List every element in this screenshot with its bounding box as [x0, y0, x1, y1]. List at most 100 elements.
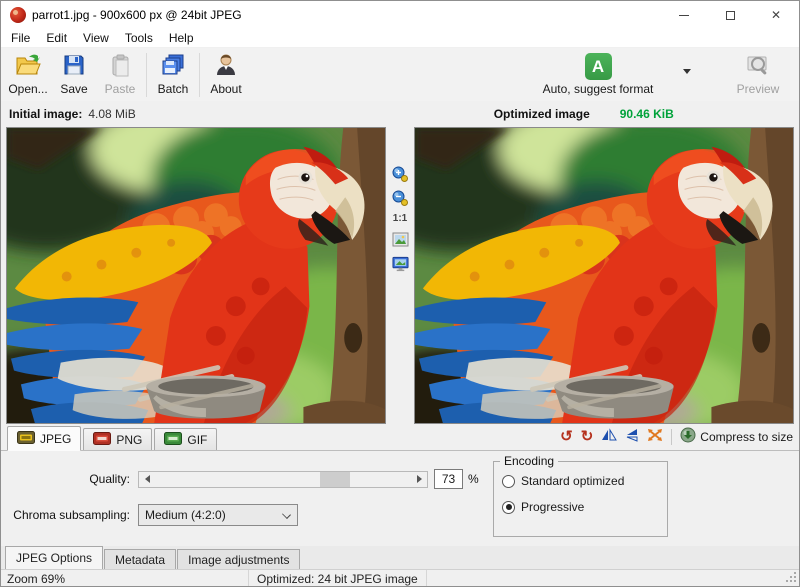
toolbar-right-group: A Auto, suggest format Preview: [533, 51, 793, 99]
open-label: Open...: [8, 82, 47, 96]
zoom-one-to-one-button[interactable]: 1:1: [393, 213, 407, 224]
flip-vertical-icon[interactable]: [625, 428, 639, 445]
title-bar: parrot1.jpg - 900x600 px @ 24bit JPEG ✕: [1, 1, 799, 29]
auto-format-letter: A: [592, 57, 604, 77]
image-size-labels: Initial image: 4.08 MiB Optimized image …: [1, 101, 799, 127]
save-button[interactable]: Save: [51, 51, 97, 99]
tab-png[interactable]: PNG: [83, 428, 152, 450]
toolbar: Open... Save Paste: [1, 48, 799, 101]
menu-file[interactable]: File: [3, 29, 38, 47]
radio-progressive[interactable]: [502, 501, 515, 514]
close-icon: ✕: [771, 9, 781, 21]
menu-bar: File Edit View Tools Help: [1, 29, 799, 48]
toolbar-separator: [146, 53, 147, 97]
paste-label: Paste: [105, 82, 136, 96]
chroma-selected-value: Medium (4:2:0): [145, 508, 226, 522]
transform-separator: [671, 429, 672, 445]
quality-value-input[interactable]: 73: [434, 469, 463, 489]
app-logo-icon: [10, 7, 26, 23]
batch-label: Batch: [158, 82, 189, 96]
resize-grip[interactable]: [785, 571, 798, 587]
compress-icon: [680, 427, 696, 446]
compress-to-size-button[interactable]: Compress to size: [680, 427, 793, 446]
chroma-row: Chroma subsampling: Medium (4:2:0): [1, 504, 799, 526]
encoding-legend: Encoding: [500, 454, 558, 468]
quality-slider-track[interactable]: [155, 472, 411, 487]
about-label: About: [210, 82, 241, 96]
maximize-button[interactable]: [707, 1, 753, 29]
zoom-tools-column: 1:1: [386, 127, 414, 425]
tab-image-adjustments[interactable]: Image adjustments: [177, 549, 300, 569]
zoom-out-icon[interactable]: [392, 189, 409, 206]
auto-suggest-format-button[interactable]: A Auto, suggest format: [533, 51, 663, 99]
rotate-left-icon[interactable]: ↺: [560, 429, 573, 444]
window-controls: ✕: [661, 1, 799, 29]
auto-format-icon: A: [585, 53, 612, 80]
compress-to-size-label: Compress to size: [700, 430, 793, 444]
about-button[interactable]: About: [203, 51, 249, 99]
zoom-level-text: Zoom 69%: [7, 572, 65, 586]
quality-slider-thumb[interactable]: [320, 472, 350, 487]
percent-sign: %: [468, 472, 479, 486]
slider-right-arrow[interactable]: [411, 472, 427, 487]
chevron-down-icon[interactable]: [683, 69, 691, 74]
fit-screen-icon[interactable]: [392, 255, 409, 272]
menu-help[interactable]: Help: [161, 29, 202, 47]
chroma-subsampling-select[interactable]: Medium (4:2:0): [138, 504, 298, 526]
png-file-icon: [93, 432, 111, 448]
tab-image-adjustments-label: Image adjustments: [188, 553, 289, 567]
radio-standard-optimized[interactable]: [502, 475, 515, 488]
window-title: parrot1.jpg - 900x600 px @ 24bit JPEG: [32, 8, 242, 22]
options-tab-bar: JPEG Options Metadata Image adjustments: [1, 546, 799, 569]
menu-edit[interactable]: Edit: [38, 29, 75, 47]
rotate-right-icon[interactable]: ↻: [581, 429, 594, 444]
tab-jpeg[interactable]: JPEG: [7, 426, 81, 451]
preview-label: Preview: [737, 82, 780, 96]
about-person-icon: [215, 53, 237, 80]
batch-button[interactable]: Batch: [150, 51, 196, 99]
preview-button[interactable]: Preview: [723, 51, 793, 99]
tab-jpeg-options-label: JPEG Options: [16, 551, 92, 565]
arrow-left-icon: [145, 475, 150, 483]
open-folder-icon: [15, 53, 41, 80]
menu-view[interactable]: View: [75, 29, 117, 47]
slider-left-arrow[interactable]: [139, 472, 155, 487]
quality-label: Quality:: [1, 472, 138, 486]
flip-horizontal-icon[interactable]: [601, 428, 617, 445]
gif-file-icon: [164, 432, 182, 448]
open-button[interactable]: Open...: [5, 51, 51, 99]
quality-slider[interactable]: [138, 471, 428, 488]
image-compare-area: 1:1: [1, 127, 799, 425]
encoding-option-progressive[interactable]: Progressive: [502, 500, 667, 514]
initial-image-size: 4.08 MiB: [88, 107, 135, 121]
standard-optimized-label: Standard optimized: [521, 474, 624, 488]
transform-tools: ↺ ↻: [560, 427, 793, 450]
save-floppy-icon: [62, 53, 86, 80]
resize-icon[interactable]: [647, 428, 663, 445]
tab-jpeg-options[interactable]: JPEG Options: [5, 546, 103, 569]
close-button[interactable]: ✕: [753, 1, 799, 29]
paste-button[interactable]: Paste: [97, 51, 143, 99]
tab-gif-label: GIF: [187, 433, 207, 447]
quality-row: Quality: 73 %: [1, 469, 799, 489]
tab-metadata[interactable]: Metadata: [104, 549, 176, 569]
toolbar-separator: [199, 53, 200, 97]
encoding-option-standard[interactable]: Standard optimized: [502, 474, 667, 488]
save-label: Save: [60, 82, 87, 96]
fit-image-icon[interactable]: [392, 231, 409, 248]
initial-image-preview[interactable]: [6, 127, 386, 424]
encoding-groupbox: Encoding Standard optimized Progressive: [493, 461, 668, 537]
app-window: parrot1.jpg - 900x600 px @ 24bit JPEG ✕ …: [0, 0, 800, 587]
optimized-image-label: Optimized image: [494, 107, 590, 121]
maximize-icon: [726, 11, 735, 20]
tab-metadata-label: Metadata: [115, 553, 165, 567]
jpeg-file-icon: [17, 431, 35, 447]
tab-jpeg-label: JPEG: [40, 432, 71, 446]
optimized-image-preview[interactable]: [414, 127, 794, 424]
menu-tools[interactable]: Tools: [117, 29, 161, 47]
minimize-button[interactable]: [661, 1, 707, 29]
initial-image-label: Initial image:: [9, 107, 82, 121]
zoom-in-icon[interactable]: [392, 165, 409, 182]
auto-format-label: Auto, suggest format: [543, 82, 654, 96]
tab-gif[interactable]: GIF: [154, 428, 217, 450]
